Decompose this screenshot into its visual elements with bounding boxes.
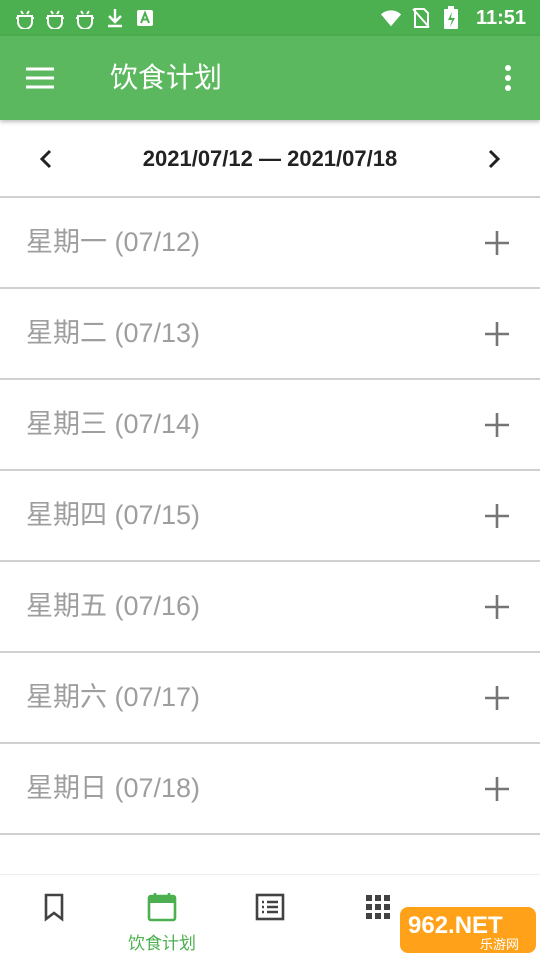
day-label: 星期一 (07/12) xyxy=(26,227,201,257)
bug-icon xyxy=(74,7,96,29)
bottom-navigation: 饮食计划 962.NET 乐游网 xyxy=(0,874,540,961)
day-label: 星期五 (07/16) xyxy=(26,591,201,621)
calendar-icon xyxy=(146,891,178,923)
status-left-icons xyxy=(14,7,156,29)
plus-icon[interactable] xyxy=(482,410,512,440)
download-icon xyxy=(104,7,126,29)
nav-diet-plan[interactable]: 饮食计划 xyxy=(108,875,216,961)
day-label: 星期三 (07/14) xyxy=(26,409,201,439)
day-label: 星期六 (07/17) xyxy=(26,682,201,712)
wifi-icon xyxy=(380,7,402,29)
day-row-sunday[interactable]: 星期日 (07/18) xyxy=(0,744,540,835)
plus-icon[interactable] xyxy=(482,501,512,531)
day-row-friday[interactable]: 星期五 (07/16) xyxy=(0,562,540,653)
day-label: 星期日 (07/18) xyxy=(26,773,201,803)
day-label: 星期二 (07/13) xyxy=(26,318,201,348)
day-row-monday[interactable]: 星期一 (07/12) xyxy=(0,198,540,289)
day-label: 星期四 (07/15) xyxy=(26,500,201,530)
grid-icon xyxy=(362,891,394,923)
week-range: 2021/07/12 — 2021/07/18 xyxy=(142,146,398,171)
nav-label: 饮食计划 xyxy=(128,934,196,953)
day-row-tuesday[interactable]: 星期二 (07/13) xyxy=(0,289,540,380)
list-icon xyxy=(254,891,286,923)
site-watermark-logo: 962.NET 乐游网 xyxy=(400,905,536,955)
no-sim-icon xyxy=(410,7,432,29)
app-toolbar: 饮食计划 xyxy=(0,36,540,120)
day-row-thursday[interactable]: 星期四 (07/15) xyxy=(0,471,540,562)
nav-list[interactable] xyxy=(216,875,324,961)
day-list: 星期一 (07/12) 星期二 (07/13) 星期三 (07/14) 星期四 … xyxy=(0,198,540,835)
a-notification-icon xyxy=(134,7,156,29)
nav-bookmarks[interactable] xyxy=(0,875,108,961)
bookmark-icon xyxy=(38,891,70,923)
status-time: 11:51 xyxy=(475,6,526,29)
watermark-text: 962.NET xyxy=(408,912,503,939)
day-row-wednesday[interactable]: 星期三 (07/14) xyxy=(0,380,540,471)
plus-icon[interactable] xyxy=(482,683,512,713)
day-row-saturday[interactable]: 星期六 (07/17) xyxy=(0,653,540,744)
battery-charging-icon xyxy=(440,6,462,29)
next-week-button[interactable] xyxy=(478,144,510,174)
plus-icon[interactable] xyxy=(482,319,512,349)
plus-icon[interactable] xyxy=(482,774,512,804)
status-right-icons: 11:51 xyxy=(380,6,526,30)
watermark-subtext: 乐游网 xyxy=(480,938,519,953)
bug-icon xyxy=(44,7,66,29)
hamburger-menu-icon[interactable] xyxy=(22,62,62,94)
week-navigator: 2021/07/12 — 2021/07/18 xyxy=(0,120,540,198)
bug-icon xyxy=(14,7,36,29)
plus-icon[interactable] xyxy=(482,592,512,622)
status-bar: 11:51 xyxy=(0,0,540,36)
more-vertical-icon[interactable] xyxy=(498,62,518,94)
plus-icon[interactable] xyxy=(482,228,512,258)
page-title: 饮食计划 xyxy=(110,62,223,93)
